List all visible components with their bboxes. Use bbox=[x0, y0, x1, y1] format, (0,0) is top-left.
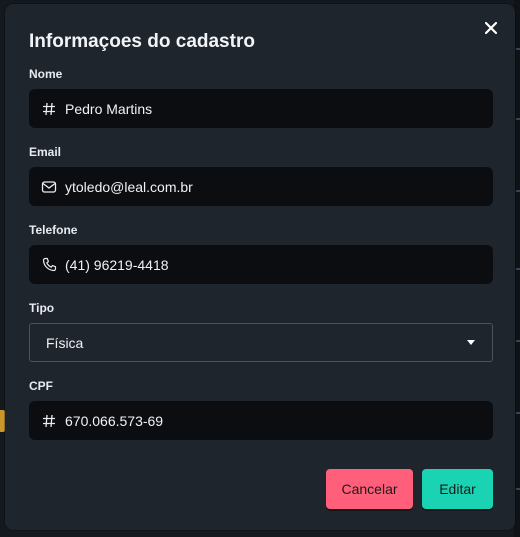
nome-field[interactable]: Pedro Martins bbox=[29, 89, 493, 128]
modal-title: Informaçoes do cadastro bbox=[29, 31, 255, 52]
tipo-select[interactable]: Física bbox=[29, 323, 493, 362]
tipo-label: Tipo bbox=[29, 301, 55, 315]
nome-label: Nome bbox=[29, 67, 63, 81]
email-label: Email bbox=[29, 145, 62, 159]
backdrop-tick bbox=[516, 412, 520, 414]
telefone-value: (41) 96219-4418 bbox=[65, 256, 169, 273]
tipo-selected-value: Física bbox=[46, 334, 84, 351]
edit-button[interactable]: Editar bbox=[422, 469, 493, 509]
backdrop-tick bbox=[516, 190, 520, 192]
cpf-label: CPF bbox=[29, 379, 53, 393]
mail-icon bbox=[41, 179, 57, 195]
nome-value: Pedro Martins bbox=[65, 100, 153, 117]
registration-info-modal: Informaçoes do cadastro Nome Pedro Marti… bbox=[5, 4, 515, 530]
backdrop-tick bbox=[516, 340, 520, 342]
telefone-label: Telefone bbox=[29, 223, 78, 237]
cpf-value: 670.066.573-69 bbox=[65, 412, 164, 429]
telefone-field[interactable]: (41) 96219-4418 bbox=[29, 245, 493, 284]
backdrop-tick bbox=[516, 48, 520, 50]
email-field[interactable]: ytoledo@leal.com.br bbox=[29, 167, 493, 206]
phone-icon bbox=[41, 257, 57, 273]
close-icon bbox=[485, 22, 497, 34]
hash-icon bbox=[41, 413, 57, 429]
chevron-down-icon bbox=[467, 340, 475, 345]
backdrop-tick bbox=[516, 268, 520, 270]
backdrop-tick bbox=[516, 118, 520, 120]
backdrop-tick bbox=[516, 488, 520, 490]
close-button[interactable] bbox=[481, 18, 501, 38]
hash-icon bbox=[41, 101, 57, 117]
cancel-button[interactable]: Cancelar bbox=[326, 469, 413, 509]
email-value: ytoledo@leal.com.br bbox=[65, 178, 193, 195]
cpf-field[interactable]: 670.066.573-69 bbox=[29, 401, 493, 440]
